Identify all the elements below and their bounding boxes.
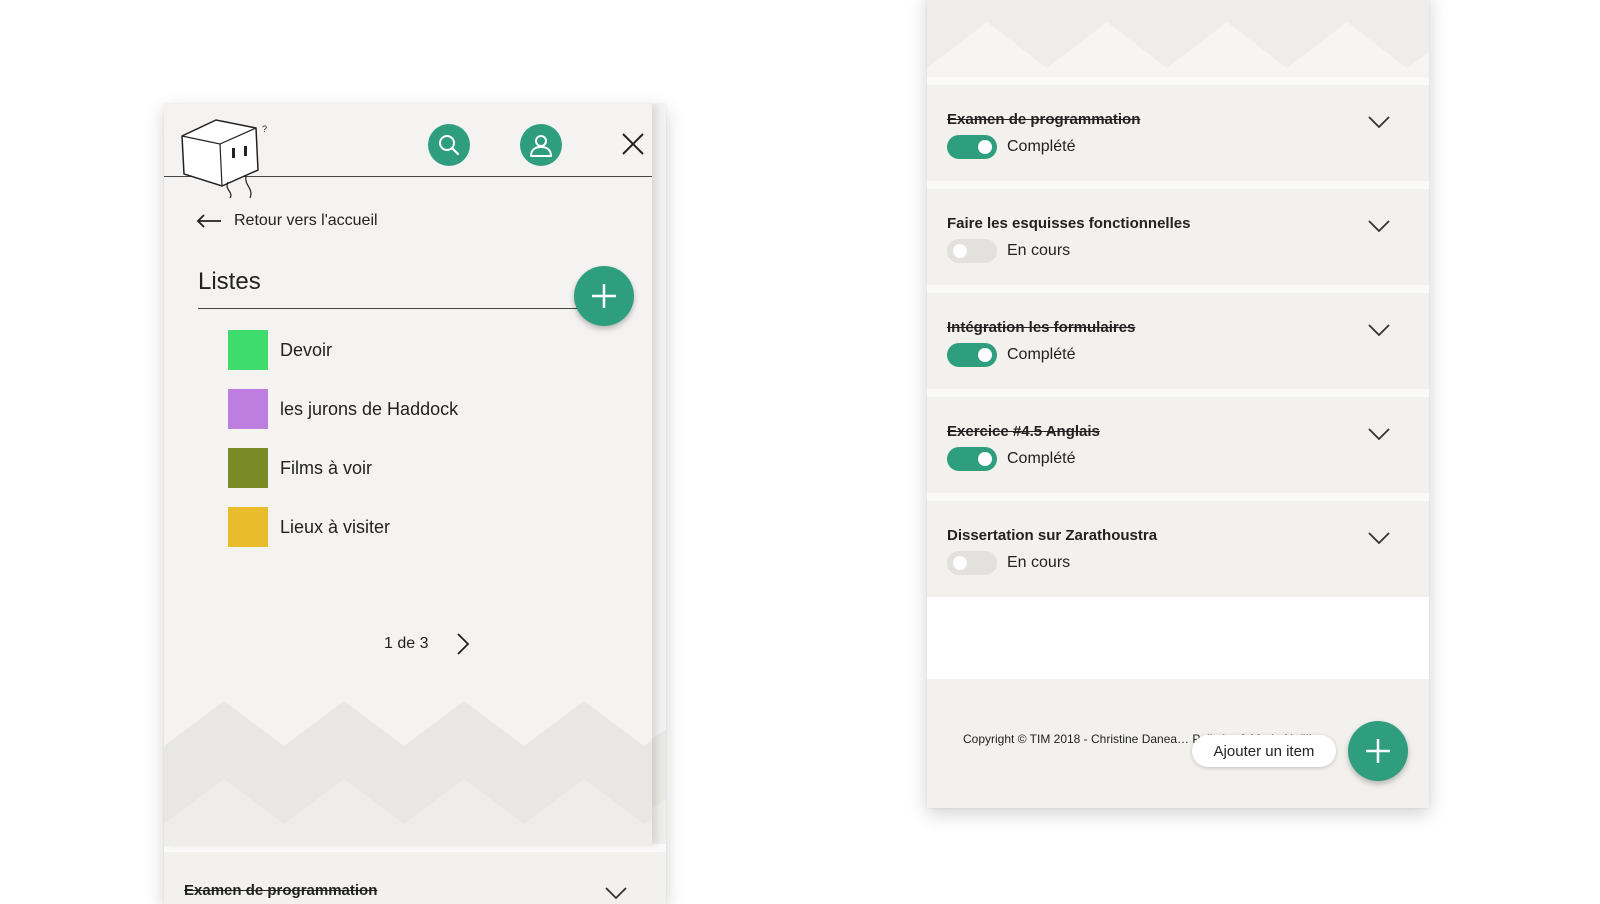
search-icon: [439, 135, 460, 156]
list-color-swatch: [228, 389, 268, 429]
status-row: En cours: [947, 239, 1070, 263]
chevron-down-icon[interactable]: [1367, 115, 1391, 129]
back-to-home-link[interactable]: Retour vers l'accueil: [196, 212, 378, 230]
status-toggle[interactable]: [947, 551, 997, 575]
status-label: Complété: [1007, 450, 1076, 467]
plus-icon: [1366, 739, 1390, 763]
list-item-devoir[interactable]: Devoir: [228, 330, 332, 370]
add-list-button[interactable]: [574, 266, 634, 326]
top-bar: ?: [164, 104, 652, 199]
search-button[interactable]: [428, 124, 470, 166]
task-card[interactable]: Dissertation sur Zarathoustra En cours: [927, 493, 1429, 597]
status-row: Complété: [947, 135, 1075, 159]
toggle-knob: [953, 556, 967, 570]
list-item-jurons[interactable]: les jurons de Haddock: [228, 389, 458, 429]
chevron-right-icon[interactable]: [456, 632, 470, 656]
status-label: Complété: [1007, 138, 1076, 155]
content-spacer: [927, 597, 1429, 679]
status-label: En cours: [1007, 242, 1071, 259]
list-item-films[interactable]: Films à voir: [228, 448, 372, 488]
add-item-tooltip: Ajouter un item: [1192, 735, 1336, 767]
toggle-knob: [978, 140, 992, 154]
svg-text:?: ?: [262, 124, 267, 134]
status-row: Complété: [947, 447, 1075, 471]
lists-menu-panel: ? Retour vers l'accueil Listes Devoir le…: [164, 104, 652, 846]
chevron-down-icon[interactable]: [604, 886, 628, 900]
task-card[interactable]: Examen de programmation: [164, 844, 666, 904]
status-toggle[interactable]: [947, 447, 997, 471]
user-icon: [530, 135, 552, 157]
task-title: Dissertation sur Zarathoustra: [947, 527, 1158, 544]
toggle-knob: [978, 348, 992, 362]
toggle-knob: [953, 244, 967, 258]
logo-cube-icon[interactable]: ?: [176, 112, 276, 200]
mobile-screen-lists: Examen de programmation ? Retour vers l'…: [164, 104, 666, 904]
list-color-swatch: [228, 330, 268, 370]
list-item-lieux[interactable]: Lieux à visiter: [228, 507, 390, 547]
status-label: En cours: [1007, 554, 1071, 571]
task-title: Intégration les formulaires: [947, 319, 1136, 336]
task-title: Faire les esquisses fonctionnelles: [947, 215, 1191, 232]
status-row: En cours: [947, 551, 1070, 575]
chevron-down-icon[interactable]: [1367, 323, 1391, 337]
page-indicator: 1 de 3: [384, 635, 429, 652]
status-toggle[interactable]: [947, 239, 997, 263]
task-card[interactable]: Exercice #4.5 Anglais Complété: [927, 389, 1429, 493]
list-item-label: Devoir: [280, 339, 333, 360]
pagination: 1 de 3: [384, 632, 470, 656]
chevron-down-icon[interactable]: [1367, 531, 1391, 545]
add-item-button[interactable]: [1348, 721, 1408, 781]
task-title: Examen de programmation: [947, 111, 1141, 128]
zigzag-decoration: [164, 701, 652, 846]
arrow-left-icon: [196, 214, 221, 228]
task-card[interactable]: Examen de programmation Complété: [927, 77, 1429, 181]
chevron-down-icon[interactable]: [1367, 219, 1391, 233]
toggle-knob: [978, 452, 992, 466]
plus-icon: [592, 284, 616, 308]
mobile-screen-tasks: Examen de programmation Complété Faire l…: [927, 0, 1429, 808]
list-item-label: Films à voir: [280, 457, 373, 478]
page-title: Listes: [198, 264, 580, 309]
list-color-swatch: [228, 507, 268, 547]
list-item-label: Lieux à visiter: [280, 516, 391, 537]
status-row: Complété: [947, 343, 1075, 367]
status-toggle[interactable]: [947, 135, 997, 159]
back-link-label: Retour vers l'accueil: [234, 212, 378, 229]
list-color-swatch: [228, 448, 268, 488]
zigzag-decoration: [927, 0, 1429, 72]
list-item-label: les jurons de Haddock: [280, 398, 459, 419]
task-title: Examen de programmation: [184, 882, 378, 899]
task-card[interactable]: Faire les esquisses fonctionnelles En co…: [927, 181, 1429, 285]
task-card[interactable]: Intégration les formulaires Complété: [927, 285, 1429, 389]
status-toggle[interactable]: [947, 343, 997, 367]
task-title: Exercice #4.5 Anglais: [947, 423, 1100, 440]
status-label: Complété: [1007, 346, 1076, 363]
close-icon[interactable]: [619, 130, 647, 158]
user-button[interactable]: [520, 124, 562, 166]
chevron-down-icon[interactable]: [1367, 427, 1391, 441]
